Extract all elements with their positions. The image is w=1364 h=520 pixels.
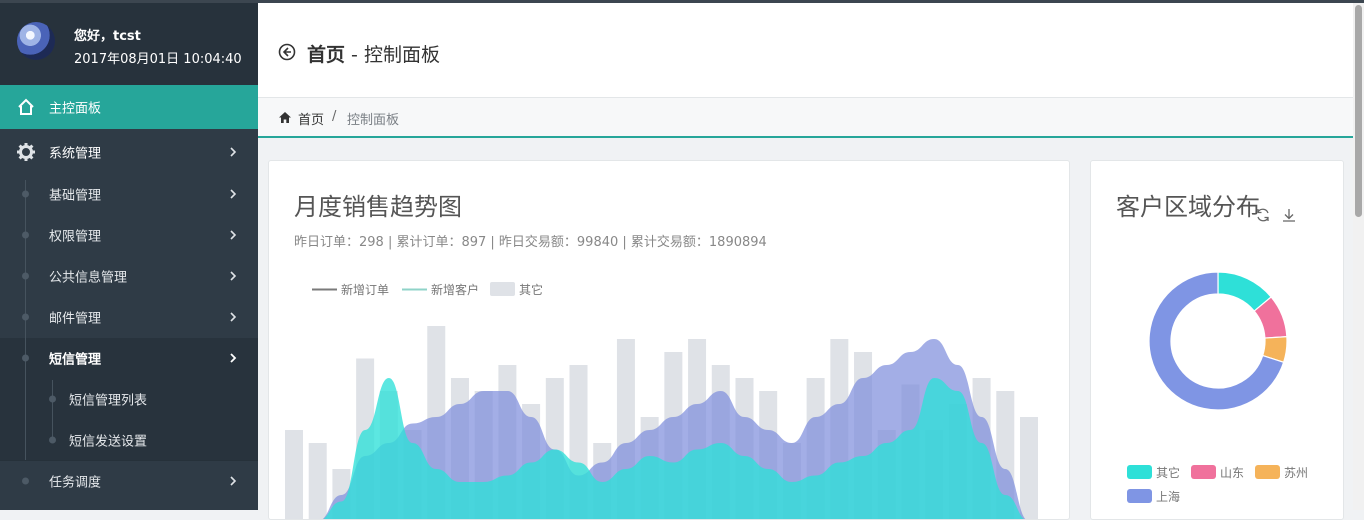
region-distribution-panel: 客户区域分布 其它 山东 苏州上海 <box>1090 160 1344 520</box>
chevron-right-icon <box>228 147 238 157</box>
chevron-right-icon <box>228 230 238 240</box>
page-scrollbar[interactable] <box>1353 3 1364 510</box>
avatar[interactable] <box>17 22 55 60</box>
sidebar-item-public-info[interactable]: 公共信息管理 <box>0 255 258 296</box>
gear-icon <box>16 142 36 162</box>
sidebar-item-label: 任务调度 <box>49 472 101 491</box>
legend-label: 山东 <box>1220 464 1244 481</box>
legend-line-swatch <box>402 288 427 291</box>
chart-title: 月度销售趋势图 <box>294 187 462 222</box>
sidebar-item-sms-settings[interactable]: 短信发送设置 <box>0 419 258 460</box>
legend-item-orders[interactable]: 新增订单 <box>312 282 392 296</box>
sidebar-item-label: 短信发送设置 <box>69 430 147 449</box>
chevron-right-icon <box>228 476 238 486</box>
region-donut-chart <box>1091 271 1344 441</box>
user-datetime: 2017年08月01日 10:04:40 <box>74 48 242 67</box>
page-title-main: 首页 <box>307 44 345 66</box>
legend-swatch <box>1127 465 1152 479</box>
sidebar-item-permission[interactable]: 权限管理 <box>0 214 258 255</box>
chart-title: 客户区域分布 <box>1116 187 1260 222</box>
legend-label: 新增客户 <box>431 281 479 298</box>
sidebar-item-label: 权限管理 <box>49 225 101 244</box>
sidebar-item-label: 公共信息管理 <box>49 266 127 285</box>
legend-item-other[interactable]: 其它 <box>490 282 550 296</box>
sidebar-item-basic[interactable]: 基础管理 <box>0 173 258 214</box>
bullet-icon <box>22 190 29 197</box>
sidebar-item-label: 短信管理 <box>49 348 101 367</box>
breadcrumb: 首页 / 控制面板 <box>258 98 1353 138</box>
sales-trend-panel: 月度销售趋势图 昨日订单：298 | 累计订单：897 | 昨日交易额：9984… <box>268 160 1070 520</box>
sidebar-item-mail[interactable]: 邮件管理 <box>0 296 258 337</box>
sidebar-item-dashboard[interactable]: 主控面板 <box>0 85 258 129</box>
sidebar-item-label: 邮件管理 <box>49 307 101 326</box>
bullet-icon <box>22 354 29 361</box>
bullet-icon <box>22 313 29 320</box>
sidebar-item-scheduler[interactable]: 任务调度 <box>0 460 258 501</box>
bullet-icon <box>49 395 56 402</box>
legend-label: 其它 <box>1156 464 1180 481</box>
sidebar-item-sms-list[interactable]: 短信管理列表 <box>0 378 258 419</box>
chevron-right-icon <box>228 353 238 363</box>
breadcrumb-home[interactable]: 首页 <box>298 109 324 128</box>
sidebar: 您好，tcst 2017年08月01日 10:04:40 主控面板 系统管理 基… <box>0 0 258 510</box>
sidebar-item-label: 基础管理 <box>49 184 101 203</box>
legend-swatch <box>1255 465 1280 479</box>
legend-line-swatch <box>312 288 337 291</box>
arrow-left-circle-icon[interactable] <box>278 43 296 61</box>
chart-subtitle: 昨日订单：298 | 累计订单：897 | 昨日交易额：99840 | 累计交易… <box>294 231 767 250</box>
sidebar-item-label: 主控面板 <box>49 98 101 117</box>
refresh-icon[interactable] <box>1255 207 1271 223</box>
legend-label: 新增订单 <box>341 281 389 298</box>
window-top-border <box>0 0 1364 3</box>
chart-bar <box>309 443 327 520</box>
sidebar-item-label: 系统管理 <box>49 142 101 161</box>
legend-label: 苏州 <box>1284 464 1308 481</box>
legend-label: 上海 <box>1156 488 1180 505</box>
chart-bar <box>285 430 303 520</box>
page-header: 首页 - 控制面板 <box>258 3 1353 98</box>
sidebar-item-sms[interactable]: 短信管理 <box>0 337 258 378</box>
legend-item-customers[interactable]: 新增客户 <box>402 282 482 296</box>
bullet-icon <box>22 478 29 485</box>
bullet-icon <box>49 436 56 443</box>
legend-label: 其它 <box>519 281 543 298</box>
chevron-right-icon <box>228 271 238 281</box>
breadcrumb-current: 控制面板 <box>347 109 399 128</box>
legend-swatch <box>1127 489 1152 503</box>
home-icon <box>16 97 36 117</box>
scrollbar-thumb[interactable] <box>1355 5 1362 217</box>
sidebar-item-label: 短信管理列表 <box>69 389 147 408</box>
page-title-sub: - 控制面板 <box>345 44 440 66</box>
home-icon <box>278 111 292 124</box>
chevron-right-icon <box>228 189 238 199</box>
page-title: 首页 - 控制面板 <box>307 40 440 67</box>
sidebar-item-system[interactable]: 系统管理 <box>0 131 258 172</box>
bullet-icon <box>22 231 29 238</box>
legend-bar-swatch <box>490 282 515 296</box>
chevron-right-icon <box>228 312 238 322</box>
user-panel: 您好，tcst 2017年08月01日 10:04:40 <box>0 3 258 85</box>
user-greeting: 您好，tcst <box>74 25 141 44</box>
breadcrumb-separator: / <box>332 109 336 124</box>
download-icon[interactable] <box>1281 207 1297 223</box>
bullet-icon <box>22 272 29 279</box>
sales-trend-chart <box>269 311 1069 520</box>
legend-swatch <box>1191 465 1216 479</box>
chart-bar <box>1020 417 1038 520</box>
